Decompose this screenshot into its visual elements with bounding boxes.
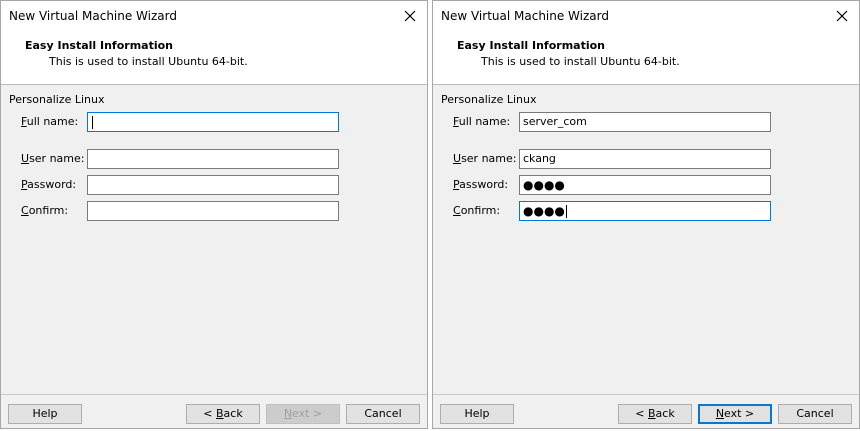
text-caret — [565, 205, 567, 218]
header-subtitle: This is used to install Ubuntu 64-bit. — [49, 55, 248, 68]
wizard-dialog-filled: New Virtual Machine Wizard Easy Install … — [432, 0, 860, 429]
password-input[interactable] — [87, 175, 339, 195]
full-name-input[interactable] — [87, 112, 339, 132]
back-button[interactable]: < Back — [618, 404, 692, 424]
group-label: Personalize Linux — [441, 93, 537, 106]
confirm-input[interactable] — [87, 201, 339, 221]
user-name-input[interactable] — [87, 149, 339, 169]
footer-divider — [433, 394, 859, 395]
text-caret — [92, 115, 93, 129]
title-bar: New Virtual Machine Wizard — [433, 1, 859, 31]
window-title: New Virtual Machine Wizard — [441, 9, 609, 23]
close-icon[interactable] — [831, 5, 853, 27]
header-title: Easy Install Information — [457, 39, 606, 52]
help-button[interactable]: Help — [8, 404, 82, 424]
confirm-label: Confirm: — [21, 204, 69, 217]
window-title: New Virtual Machine Wizard — [9, 9, 177, 23]
wizard-dialog-empty: New Virtual Machine Wizard Easy Install … — [0, 0, 428, 429]
confirm-input[interactable]: ●●●● — [519, 201, 771, 221]
cancel-button[interactable]: Cancel — [778, 404, 852, 424]
full-name-label: Full name: — [453, 115, 511, 128]
confirm-label: Confirm: — [453, 204, 501, 217]
next-button[interactable]: Next > — [698, 404, 772, 424]
wizard-header: Easy Install Information This is used to… — [433, 31, 859, 85]
header-title: Easy Install Information — [25, 39, 174, 52]
next-button[interactable]: Next > — [266, 404, 340, 424]
help-button[interactable]: Help — [440, 404, 514, 424]
password-input[interactable]: ●●●● — [519, 175, 771, 195]
header-subtitle: This is used to install Ubuntu 64-bit. — [481, 55, 680, 68]
user-name-input[interactable]: ckang — [519, 149, 771, 169]
title-bar: New Virtual Machine Wizard — [1, 1, 427, 31]
group-label: Personalize Linux — [9, 93, 105, 106]
user-name-label: User name: — [21, 152, 85, 165]
footer-divider — [1, 394, 427, 395]
password-label: Password: — [21, 178, 77, 191]
full-name-input[interactable]: server_com — [519, 112, 771, 132]
cancel-button[interactable]: Cancel — [346, 404, 420, 424]
password-label: Password: — [453, 178, 509, 191]
wizard-header: Easy Install Information This is used to… — [1, 31, 427, 85]
back-button[interactable]: < Back — [186, 404, 260, 424]
user-name-label: User name: — [453, 152, 517, 165]
full-name-label: Full name: — [21, 115, 79, 128]
close-icon[interactable] — [399, 5, 421, 27]
